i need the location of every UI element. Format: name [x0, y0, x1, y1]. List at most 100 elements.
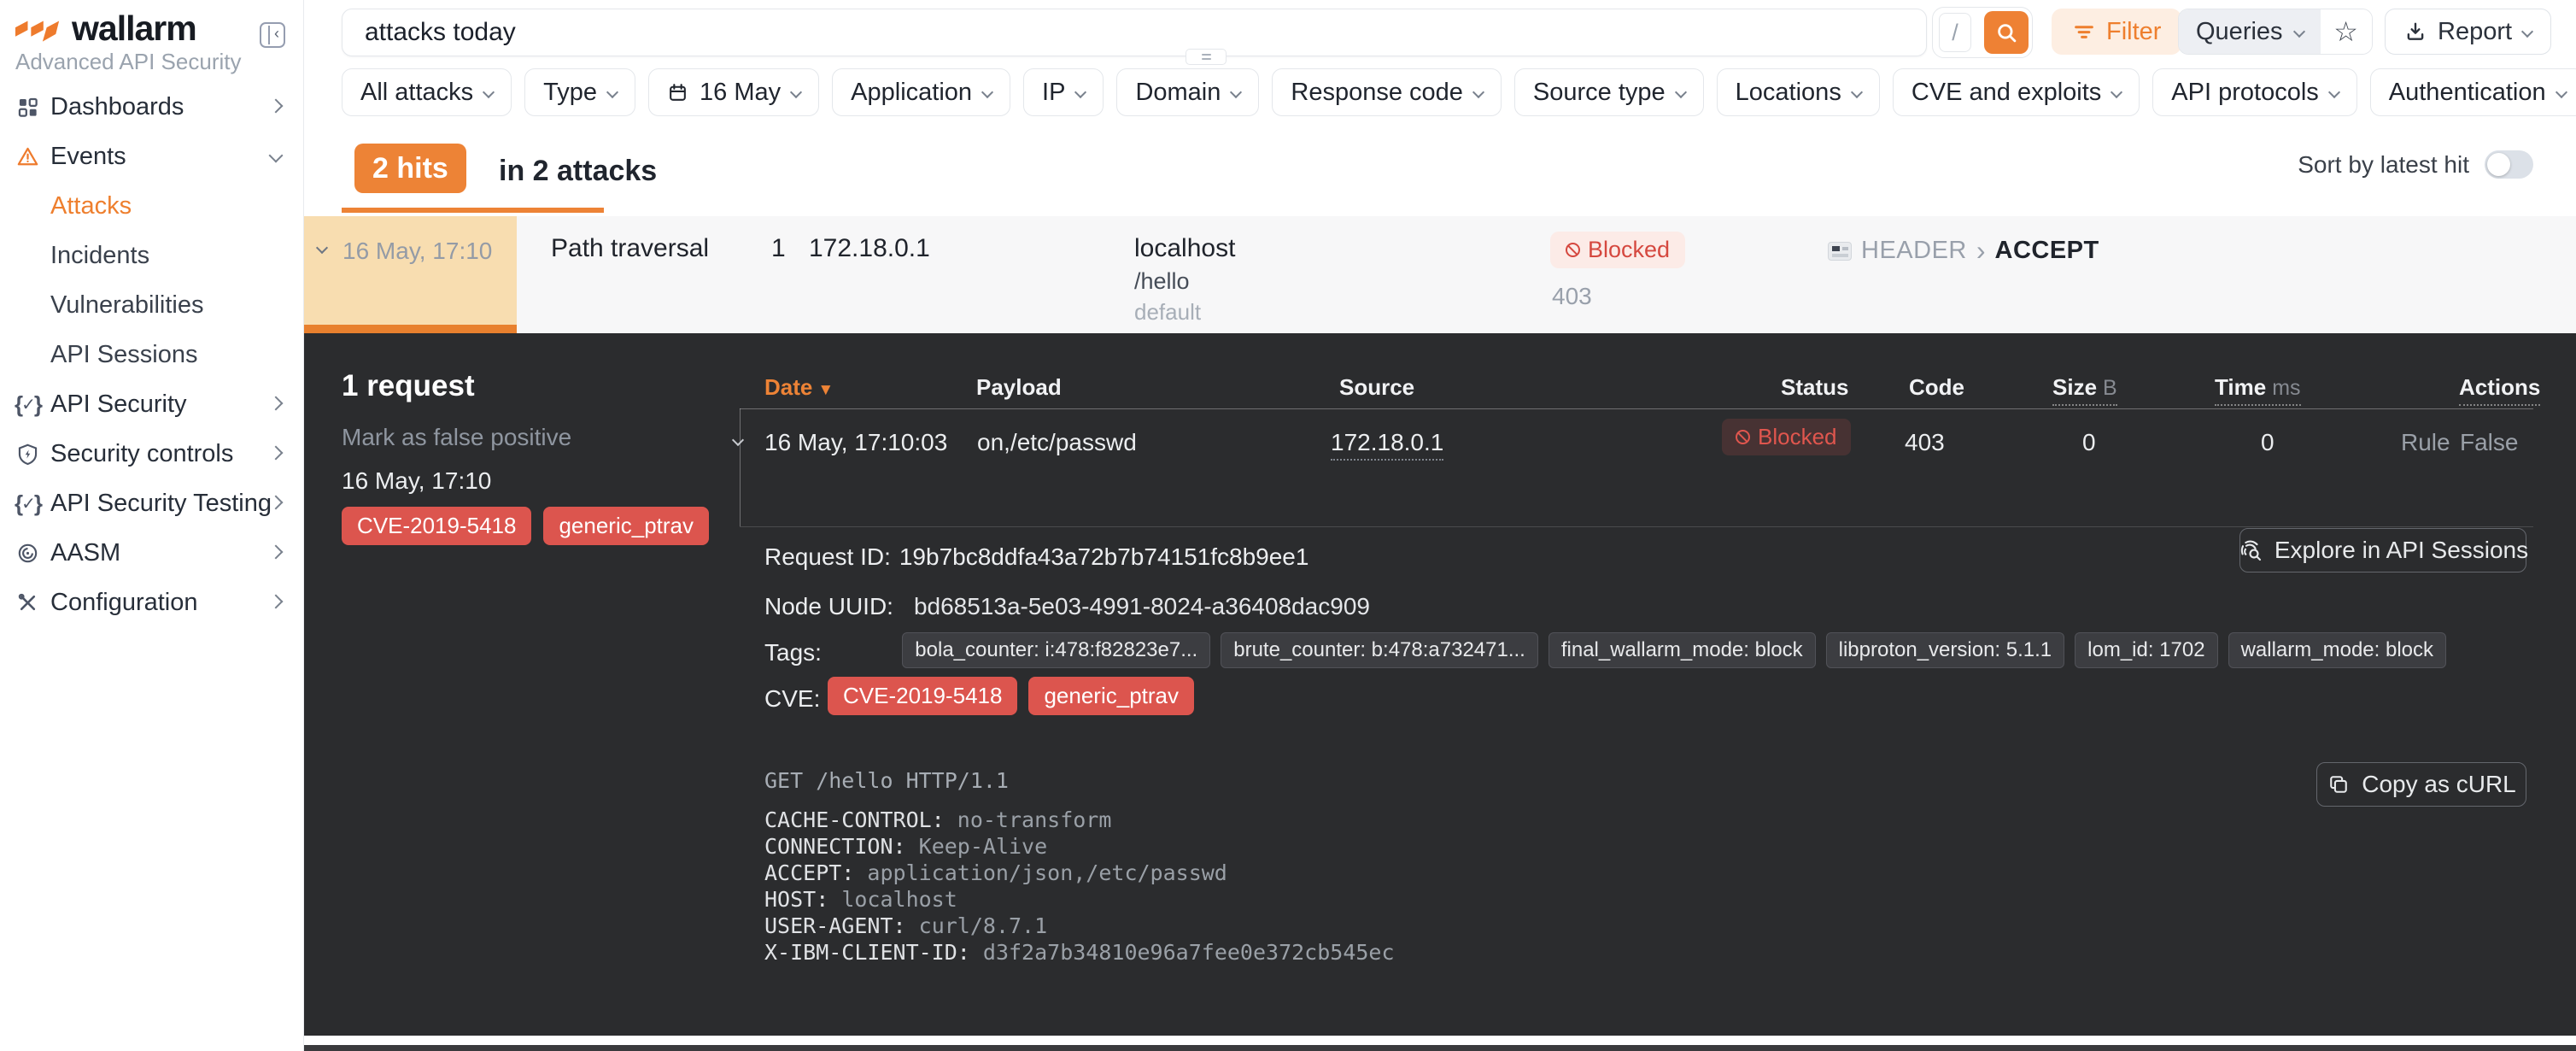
- sort-control: Sort by latest hit: [2298, 150, 2533, 179]
- horizontal-scrollbar[interactable]: [303, 1045, 2576, 1051]
- tag-chip[interactable]: bola_counter: i:478:f82823e7...: [902, 632, 1210, 668]
- chevron-down-icon: [2328, 86, 2340, 98]
- blocked-icon: [1736, 430, 1750, 444]
- cve-tag[interactable]: generic_ptrav: [1028, 677, 1194, 715]
- blocked-icon: [1566, 243, 1580, 257]
- cve-tag[interactable]: generic_ptrav: [543, 507, 709, 545]
- filter-chip-application[interactable]: Application: [832, 68, 1010, 116]
- sidebar-item-api-sessions[interactable]: API Sessions: [0, 330, 303, 379]
- hits-count-badge[interactable]: 2 hits: [354, 144, 466, 193]
- brand-name: wallarm: [72, 9, 196, 49]
- column-header-actions[interactable]: Actions: [2459, 374, 2540, 406]
- action-false-link[interactable]: False: [2460, 429, 2518, 456]
- http-header: CACHE-CONTROL: no-transform: [764, 807, 1395, 833]
- filter-chip-ip[interactable]: IP: [1023, 68, 1104, 116]
- filters-bar: All attacks Type 16 May Application IP D…: [342, 68, 2576, 116]
- sidebar-item-vulnerabilities[interactable]: Vulnerabilities: [0, 280, 303, 330]
- sidebar-item-api-security[interactable]: {✓} API Security: [0, 379, 303, 429]
- filter-chip-authentication[interactable]: Authentication: [2370, 68, 2576, 116]
- copy-icon: [2327, 772, 2351, 796]
- filter-chip-cve-exploits[interactable]: CVE and exploits: [1893, 68, 2140, 116]
- attack-details-panel: 1 request Mark as false positive 16 May,…: [303, 333, 2576, 1036]
- column-header-size[interactable]: SizeB: [2052, 374, 2117, 406]
- breadcrumb-separator: ›: [1976, 238, 1986, 263]
- sidebar-item-api-security-testing[interactable]: {✓} API Security Testing: [0, 479, 303, 528]
- queries-button[interactable]: Queries: [2179, 9, 2321, 54]
- http-header: ACCEPT: application/json,/etc/passwd: [764, 860, 1395, 886]
- chevron-right-icon: [269, 446, 284, 461]
- sidebar-item-label: Vulnerabilities: [50, 291, 203, 320]
- calendar-icon: [667, 82, 688, 103]
- grid-icon: [16, 96, 39, 119]
- sidebar-item-label: Security controls: [50, 440, 233, 468]
- sidebar-item-attacks[interactable]: Attacks: [0, 181, 303, 231]
- sort-label: Sort by latest hit: [2298, 151, 2469, 179]
- filter-chip-domain[interactable]: Domain: [1116, 68, 1259, 116]
- sidebar-item-security-controls[interactable]: Security controls: [0, 429, 303, 479]
- braces-check-icon: {✓}: [16, 393, 39, 416]
- chevron-down-icon: [2521, 26, 2533, 38]
- chevron-down-icon[interactable]: [732, 434, 744, 446]
- filter-chip-locations[interactable]: Locations: [1717, 68, 1880, 116]
- sidebar-item-label: API Security: [50, 390, 187, 419]
- filter-chip-type[interactable]: Type: [524, 68, 635, 116]
- filter-chip-response-code[interactable]: Response code: [1272, 68, 1502, 116]
- chevron-down-icon: [1675, 86, 1687, 98]
- tags-label: Tags:: [764, 639, 822, 666]
- header-location-icon: [1828, 242, 1852, 261]
- favorite-star-button[interactable]: ☆: [2321, 9, 2372, 54]
- filter-button[interactable]: Filter: [2052, 9, 2181, 55]
- chevron-down-icon: [2292, 26, 2304, 38]
- filter-chip-source-type[interactable]: Source type: [1514, 68, 1704, 116]
- sidebar-item-incidents[interactable]: Incidents: [0, 231, 303, 280]
- column-header-status: Status: [1781, 374, 1848, 401]
- sort-toggle[interactable]: [2485, 150, 2533, 179]
- search-collapse-handle[interactable]: [1186, 49, 1227, 65]
- http-header: USER-AGENT: curl/8.7.1: [764, 913, 1395, 939]
- sidebar-item-label: Attacks: [50, 192, 132, 220]
- http-request-block: GET /hello HTTP/1.1 CACHE-CONTROL: no-tr…: [764, 767, 1395, 966]
- search-button[interactable]: [1984, 11, 2029, 54]
- column-divider: [740, 408, 741, 526]
- cve-tag[interactable]: CVE-2019-5418: [342, 507, 531, 545]
- sidebar-item-aasm[interactable]: AASM: [0, 528, 303, 578]
- filter-chip-date[interactable]: 16 May: [648, 68, 819, 116]
- star-icon: ☆: [2333, 15, 2358, 48]
- column-header-time[interactable]: Timems: [2215, 374, 2301, 406]
- explore-api-sessions-button[interactable]: Explore in API Sessions: [2239, 528, 2526, 572]
- report-button[interactable]: Report: [2385, 9, 2551, 55]
- column-header-date[interactable]: Date▼: [764, 374, 834, 401]
- request-id-value: 19b7bc8ddfa43a72b7b74151fc8b9ee1: [899, 543, 1309, 570]
- attack-date-cell[interactable]: 16 May, 17:10: [303, 216, 517, 333]
- tag-chip[interactable]: final_wallarm_mode: block: [1549, 632, 1816, 668]
- queries-label: Queries: [2196, 18, 2283, 46]
- row-divider: [740, 526, 2533, 527]
- attack-path: /hello: [1134, 268, 1190, 295]
- filter-chip-all-attacks[interactable]: All attacks: [342, 68, 512, 116]
- tag-chip[interactable]: lom_id: 1702: [2075, 632, 2217, 668]
- search-input[interactable]: [342, 9, 1927, 56]
- chevron-down-icon: [2556, 86, 2567, 98]
- cve-list: CVE-2019-5418 generic_ptrav: [828, 677, 1194, 715]
- tag-chip[interactable]: brute_counter: b:478:a732471...: [1221, 632, 1538, 668]
- tag-chip[interactable]: wallarm_mode: block: [2228, 632, 2446, 668]
- sidebar-nav: Dashboards Events Attacks Incidents Vuln…: [0, 82, 303, 627]
- slash-shortcut-hint: /: [1939, 13, 1971, 52]
- warning-triangle-icon: [16, 145, 39, 168]
- filter-chip-api-protocols[interactable]: API protocols: [2152, 68, 2356, 116]
- sidebar-collapse-icon[interactable]: ‹: [260, 22, 285, 48]
- chevron-down-icon: [1230, 86, 1242, 98]
- sidebar-item-events[interactable]: Events: [0, 132, 303, 181]
- mark-false-positive-link[interactable]: Mark as false positive: [342, 424, 571, 451]
- hit-source-ip[interactable]: 172.18.0.1: [1331, 429, 1443, 461]
- wallarm-logo-icon: [15, 17, 63, 50]
- attack-row[interactable]: 16 May, 17:10 Path traversal 1 172.18.0.…: [303, 216, 2576, 333]
- tag-list: bola_counter: i:478:f82823e7... brute_co…: [850, 632, 2446, 668]
- sidebar-item-dashboards[interactable]: Dashboards: [0, 82, 303, 132]
- action-rule-link[interactable]: Rule: [2401, 429, 2450, 456]
- cve-tag[interactable]: CVE-2019-5418: [828, 677, 1017, 715]
- sidebar-item-configuration[interactable]: Configuration: [0, 578, 303, 627]
- copy-as-curl-button[interactable]: Copy as cURL: [2316, 762, 2526, 807]
- chevron-down-icon: [2111, 86, 2122, 98]
- tag-chip[interactable]: libproton_version: 5.1.1: [1826, 632, 2065, 668]
